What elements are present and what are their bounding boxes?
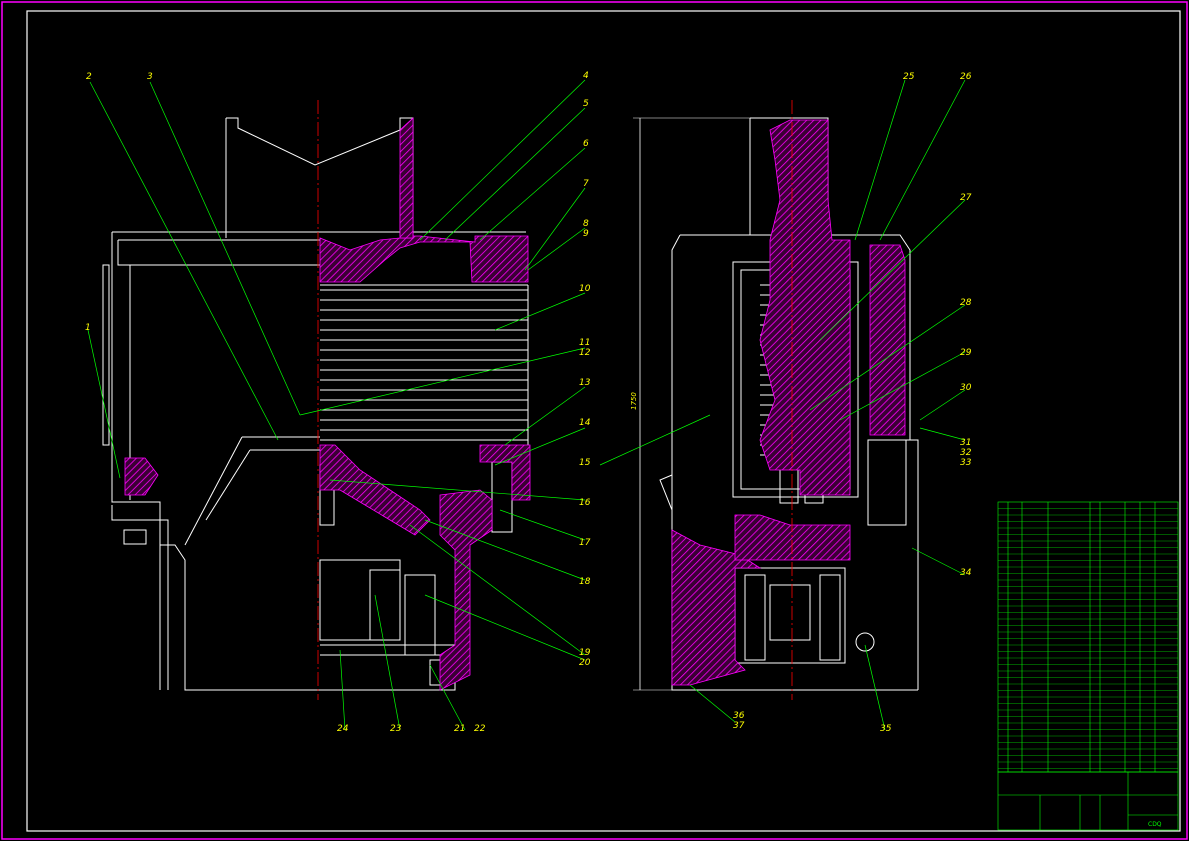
label-26: 26 — [960, 72, 972, 82]
left-hatched-sections — [124, 117, 531, 691]
label-34: 34 — [960, 568, 972, 578]
label-30: 30 — [960, 383, 972, 393]
label-32: 32 — [960, 448, 972, 458]
label-18: 18 — [579, 577, 591, 587]
plate-stack-left — [320, 284, 529, 445]
label-2: 2 — [86, 72, 92, 82]
label-11: 11 — [579, 338, 590, 348]
label-37: 37 — [733, 721, 745, 731]
label-5: 5 — [583, 99, 589, 109]
label-1: 1 — [85, 323, 91, 333]
label-3: 3 — [147, 72, 153, 82]
label-9: 9 — [583, 229, 589, 239]
label-25: 25 — [903, 72, 915, 82]
label-20: 20 — [579, 658, 591, 668]
parts-list — [997, 501, 1179, 773]
label-7: 7 — [583, 179, 589, 189]
label-15: 15 — [579, 458, 591, 468]
inner-frame — [26, 10, 1181, 832]
label-29: 29 — [960, 348, 972, 358]
right-hatched-sections — [671, 119, 906, 686]
label-10: 10 — [579, 284, 591, 294]
label-21: 21 — [454, 724, 465, 734]
label-35: 35 — [880, 724, 892, 734]
label-6: 6 — [583, 139, 589, 149]
label-28: 28 — [960, 298, 972, 308]
label-27: 27 — [960, 193, 972, 203]
label-14: 14 — [579, 418, 591, 428]
label-31: 31 — [960, 438, 971, 448]
height-dimension-text: 1750 — [630, 392, 638, 410]
label-36: 36 — [733, 711, 745, 721]
outer-frame — [1, 1, 1188, 840]
label-33: 33 — [960, 458, 972, 468]
parts-list-rows — [998, 508, 1178, 769]
engineering-drawing: 1750 1 2 3 4 5 6 7 8 9 10 11 12 13 14 15… — [1, 1, 1188, 840]
label-24: 24 — [337, 724, 349, 734]
label-16: 16 — [579, 498, 591, 508]
label-8: 8 — [583, 219, 589, 229]
label-22: 22 — [474, 724, 486, 734]
label-12: 12 — [579, 348, 591, 358]
label-13: 13 — [579, 378, 591, 388]
label-23: 23 — [390, 724, 402, 734]
label-19: 19 — [579, 648, 591, 658]
drawing-code: CDQ — [1148, 821, 1162, 828]
label-17: 17 — [579, 538, 591, 548]
label-4: 4 — [583, 71, 589, 81]
